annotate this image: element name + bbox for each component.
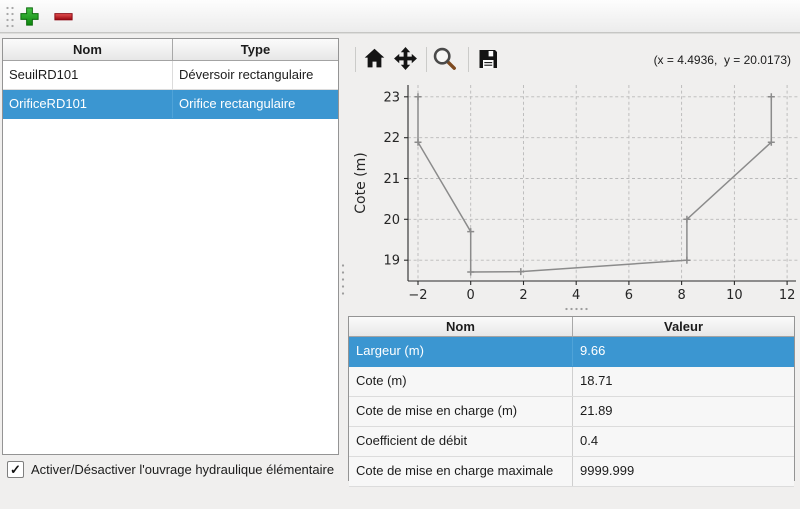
parameters-table-header: Nom Valeur [349,317,794,337]
parameters-table: Nom Valeur Largeur (m) 9.66 Cote (m) 18.… [348,316,795,481]
table-row[interactable]: SeuilRD101 Déversoir rectangulaire [3,61,338,90]
main-toolbar [0,0,800,33]
parameter-name: Largeur (m) [349,337,573,366]
svg-text:22: 22 [383,131,400,146]
pan-icon [393,46,418,74]
parameter-row-selected[interactable]: Largeur (m) 9.66 [349,337,794,367]
parameter-row[interactable]: Coefficient de débit 0.4 [349,427,794,457]
parameter-value[interactable]: 0.4 [573,427,794,456]
plus-icon [18,5,41,28]
magnifier-icon [432,46,458,75]
svg-text:8: 8 [677,288,685,303]
parameter-name: Cote de mise en charge (m) [349,397,573,426]
svg-text:6: 6 [625,288,633,303]
svg-text:10: 10 [726,288,743,303]
add-structure-button[interactable] [16,4,42,29]
svg-text:2: 2 [519,288,527,303]
toolbar-separator [426,47,427,72]
svg-text:19: 19 [383,254,400,269]
home-icon [362,46,387,74]
activate-structure-row: ✓ Activer/Désactiver l'ouvrage hydrauliq… [7,461,334,478]
svg-text:20: 20 [383,213,400,228]
toolbar-separator [468,47,469,72]
vertical-splitter-handle[interactable] [341,262,345,296]
structure-name: OrificeRD101 [3,90,173,118]
svg-text:4: 4 [572,288,580,303]
structures-table: Nom Type SeuilRD101 Déversoir rectangula… [2,38,339,455]
parameter-value[interactable]: 9999.999 [573,457,794,486]
parameter-row[interactable]: Cote (m) 18.71 [349,367,794,397]
column-header-type[interactable]: Type [173,39,338,60]
svg-text:0: 0 [467,288,475,303]
svg-text:12: 12 [779,288,796,303]
checkmark-icon: ✓ [10,462,21,478]
cursor-coordinates: (x = 4.4936, y = 20.0173) [654,53,791,67]
parameter-name: Cote (m) [349,367,573,396]
zoom-button[interactable] [431,46,459,74]
column-header-nom[interactable]: Nom [349,317,573,336]
save-figure-button[interactable] [474,46,502,74]
svg-text:21: 21 [383,172,400,187]
parameter-value[interactable]: 21.89 [573,397,794,426]
parameter-name: Coefficient de débit [349,427,573,456]
activate-structure-checkbox[interactable]: ✓ [7,461,24,478]
remove-structure-button[interactable] [50,4,76,29]
pan-button[interactable] [391,46,419,74]
svg-text:Cote (m): Cote (m) [353,152,369,213]
toolbar-separator [355,47,356,72]
structure-name: SeuilRD101 [3,61,173,89]
structure-type: Orifice rectangulaire [173,90,338,118]
parameter-value[interactable]: 18.71 [573,367,794,396]
profile-chart[interactable]: 19 20 21 22 23 −2 0 2 4 6 8 10 12 Cote (m) [352,78,800,310]
structure-type: Déversoir rectangulaire [173,61,338,89]
structures-table-header: Nom Type [3,39,338,61]
activate-structure-label: Activer/Désactiver l'ouvrage hydraulique… [31,462,334,477]
svg-text:23: 23 [383,90,400,105]
svg-text:−2: −2 [408,288,427,303]
column-header-valeur[interactable]: Valeur [573,317,794,336]
parameter-name: Cote de mise en charge maximale [349,457,573,486]
column-header-nom[interactable]: Nom [3,39,173,60]
save-icon [476,47,500,74]
plot-toolbar: (x = 4.4936, y = 20.0173) [348,44,800,76]
home-view-button[interactable] [360,46,388,74]
parameter-value[interactable]: 9.66 [573,337,794,366]
table-row-selected[interactable]: OrificeRD101 Orifice rectangulaire [3,90,338,119]
toolbar-drag-handle[interactable] [5,5,14,29]
parameter-row[interactable]: Cote de mise en charge maximale 9999.999 [349,457,794,487]
parameter-row[interactable]: Cote de mise en charge (m) 21.89 [349,397,794,427]
minus-icon [52,5,75,28]
